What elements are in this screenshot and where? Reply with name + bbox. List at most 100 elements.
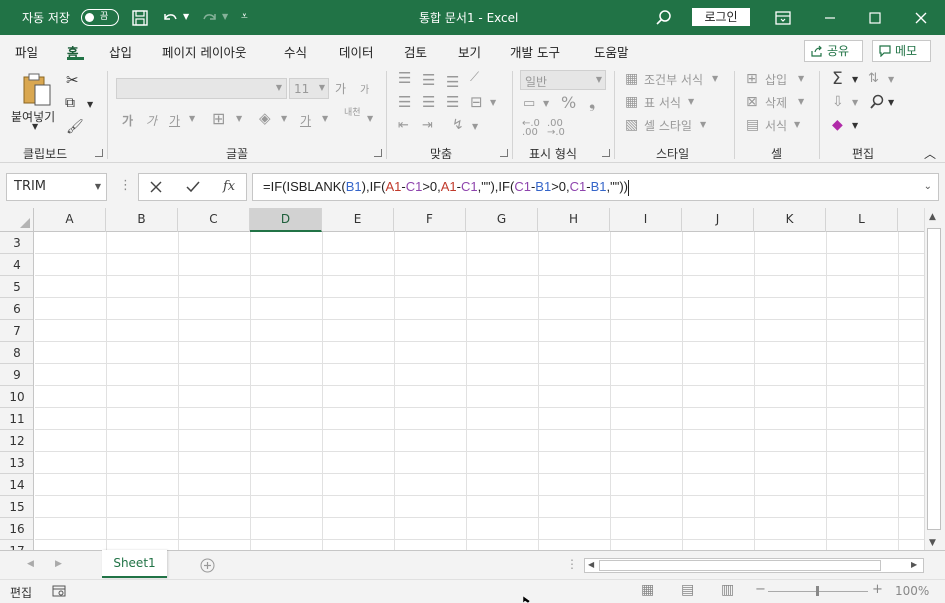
column-header-d[interactable]: D xyxy=(250,208,322,232)
align-left-icon[interactable]: ☰ xyxy=(398,93,411,111)
normal-view-icon[interactable]: ▦ xyxy=(641,582,654,598)
formula-bar-grip-icon[interactable]: ⋮ xyxy=(119,178,132,193)
clipboard-launcher-icon[interactable] xyxy=(95,149,103,157)
column-header-l[interactable]: L xyxy=(826,208,898,232)
cancel-entry-icon[interactable] xyxy=(150,181,162,193)
format-cells-icon[interactable]: ▤ xyxy=(746,117,759,133)
column-header-c[interactable]: C xyxy=(178,208,250,232)
scroll-right-icon[interactable]: ▶ xyxy=(911,560,917,569)
paste-dropdown-icon[interactable]: ▼ xyxy=(32,122,38,131)
undo-dropdown-icon[interactable]: ▼ xyxy=(183,12,189,21)
format-cells-button[interactable]: 서식 xyxy=(765,117,787,134)
row-header-4[interactable]: 4 xyxy=(0,254,33,276)
zoom-level[interactable]: 100% xyxy=(895,584,929,598)
conditional-formatting-button[interactable]: 조건부 서식 xyxy=(644,71,703,88)
alignment-launcher-icon[interactable] xyxy=(500,149,508,157)
delete-cells-button[interactable]: 삭제 xyxy=(765,94,787,111)
align-middle-icon[interactable]: ☰ xyxy=(422,71,435,89)
row-header-17[interactable]: 17 xyxy=(0,540,33,550)
scroll-left-icon[interactable]: ◀ xyxy=(588,560,594,569)
format-painter-icon[interactable]: 🖌 xyxy=(66,119,84,135)
fill-color-icon[interactable]: ◈ xyxy=(259,109,271,127)
font-size-combo[interactable]: 11 ▼ xyxy=(289,78,329,99)
horizontal-scroll-thumb[interactable] xyxy=(599,560,881,571)
row-header-13[interactable]: 13 xyxy=(0,452,33,474)
autosum-dropdown-icon[interactable]: ▼ xyxy=(852,75,858,84)
merge-center-icon[interactable]: ⊟ xyxy=(470,93,483,111)
vertical-scroll-thumb[interactable] xyxy=(927,228,941,530)
format-as-table-dropdown-icon[interactable]: ▼ xyxy=(688,97,694,106)
redo-icon[interactable] xyxy=(200,8,220,28)
wrap-text-icon[interactable]: ↯ xyxy=(452,117,464,133)
row-header-14[interactable]: 14 xyxy=(0,474,33,496)
tab-data[interactable]: 데이터 xyxy=(339,42,374,61)
insert-cells-dropdown-icon[interactable]: ▼ xyxy=(798,74,804,83)
row-header-3[interactable]: 3 xyxy=(0,232,33,254)
bold-icon[interactable]: 가 xyxy=(122,112,133,129)
column-header-g[interactable]: G xyxy=(466,208,538,232)
expand-formula-bar-icon[interactable]: ⌄ xyxy=(924,174,932,200)
tab-help[interactable]: 도움말 xyxy=(594,42,629,61)
format-as-table-button[interactable]: 표 서식 xyxy=(644,94,681,111)
undo-icon[interactable] xyxy=(160,8,180,28)
autosum-icon[interactable]: Σ xyxy=(832,69,843,89)
row-header-10[interactable]: 10 xyxy=(0,386,33,408)
cell-grid[interactable] xyxy=(35,232,924,550)
delete-cells-icon[interactable]: ⊠ xyxy=(746,94,758,110)
collapse-ribbon-icon[interactable]: ︿ xyxy=(924,145,936,162)
tab-view[interactable]: 보기 xyxy=(458,42,481,61)
column-header-b[interactable]: B xyxy=(106,208,178,232)
scroll-down-icon[interactable]: ▼ xyxy=(929,538,936,548)
row-header-12[interactable]: 12 xyxy=(0,430,33,452)
row-header-9[interactable]: 9 xyxy=(0,364,33,386)
zoom-in-icon[interactable]: + xyxy=(872,582,883,597)
italic-icon[interactable]: 가 xyxy=(146,112,157,129)
tab-review[interactable]: 검토 xyxy=(404,42,427,61)
autosave-toggle[interactable]: 끔 xyxy=(81,9,119,26)
tab-page-layout[interactable]: 페이지 레이아웃 xyxy=(162,42,246,61)
sort-filter-icon[interactable]: ⇅ xyxy=(868,71,879,86)
number-format-dropdown-icon[interactable]: ▼ xyxy=(596,75,602,84)
column-header-f[interactable]: F xyxy=(394,208,466,232)
percent-style-icon[interactable]: % xyxy=(561,93,576,112)
paste-icon[interactable] xyxy=(21,72,53,108)
accounting-format-icon[interactable]: ▭ xyxy=(523,96,535,111)
wrap-dropdown-icon[interactable]: ▼ xyxy=(472,122,478,131)
tab-splitter-icon[interactable]: ⋮ xyxy=(566,557,578,571)
search-icon[interactable] xyxy=(654,8,674,28)
new-sheet-icon[interactable] xyxy=(200,558,215,573)
tab-file[interactable]: 파일 xyxy=(15,42,38,61)
cell-styles-icon[interactable]: ▧ xyxy=(625,117,638,133)
copy-icon[interactable]: ⧉ xyxy=(65,95,75,111)
name-box[interactable]: TRIM ▼ xyxy=(6,173,107,201)
copy-dropdown-icon[interactable]: ▼ xyxy=(87,100,93,109)
find-select-dropdown-icon[interactable]: ▼ xyxy=(888,98,894,107)
fill-icon[interactable]: ⇩ xyxy=(832,94,844,110)
select-all-corner[interactable] xyxy=(0,208,34,232)
delete-cells-dropdown-icon[interactable]: ▼ xyxy=(798,97,804,106)
font-color-dropdown-icon[interactable]: ▼ xyxy=(322,114,328,123)
align-center-icon[interactable]: ☰ xyxy=(422,93,435,111)
merge-dropdown-icon[interactable]: ▼ xyxy=(490,98,496,107)
shrink-font-icon[interactable]: 가 xyxy=(360,81,369,96)
horizontal-scrollbar[interactable]: ◀ ▶ xyxy=(584,558,924,573)
font-size-dropdown-icon[interactable]: ▼ xyxy=(319,83,325,92)
borders-icon[interactable]: ⊞ xyxy=(212,109,225,128)
decrease-indent-icon[interactable]: ⇤ xyxy=(398,118,409,133)
font-launcher-icon[interactable] xyxy=(374,149,382,157)
accessibility-icon[interactable] xyxy=(52,585,66,598)
tab-developer[interactable]: 개발 도구 xyxy=(510,42,560,61)
phonetic-dropdown-icon[interactable]: ▼ xyxy=(367,114,373,123)
row-header-8[interactable]: 8 xyxy=(0,342,33,364)
minimize-icon[interactable] xyxy=(820,8,840,28)
redo-dropdown-icon[interactable]: ▼ xyxy=(222,12,228,21)
insert-cells-icon[interactable]: ⊞ xyxy=(746,71,758,87)
grow-font-icon[interactable]: 가 xyxy=(335,80,346,97)
conditional-formatting-icon[interactable]: ▦ xyxy=(625,71,638,87)
find-select-icon[interactable] xyxy=(869,94,885,110)
page-break-view-icon[interactable]: ▥ xyxy=(721,582,734,598)
row-header-5[interactable]: 5 xyxy=(0,276,33,298)
next-sheet-icon[interactable]: ▶ xyxy=(55,559,62,569)
login-button[interactable]: 로그인 xyxy=(692,8,750,26)
font-name-combo[interactable]: ▼ xyxy=(116,78,287,99)
